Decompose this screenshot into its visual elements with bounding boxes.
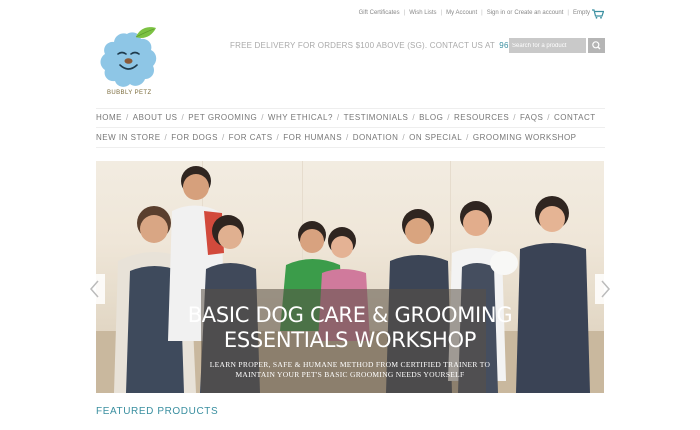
nav-separator: / [126, 113, 129, 122]
primary-nav: HOME / ABOUT US / PET GROOMING / WHY ETH… [96, 113, 596, 122]
cart-icon [592, 9, 604, 19]
secondary-nav: NEW IN STORE / FOR DOGS / FOR CATS / FOR… [96, 133, 577, 142]
search-input[interactable] [509, 38, 586, 53]
nav-faqs[interactable]: FAQS [520, 113, 543, 122]
wish-lists-link[interactable]: Wish Lists [409, 10, 436, 16]
slider-next-button[interactable] [595, 274, 615, 304]
nav-separator: / [181, 113, 185, 122]
nav-separator: / [336, 113, 340, 122]
or-text: or [507, 10, 513, 16]
nav-new-in-store[interactable]: NEW IN STORE [96, 133, 161, 142]
nav-separator: / [346, 133, 349, 142]
search-bar [509, 38, 605, 53]
nav-separator: / [402, 133, 406, 142]
hero-title: BASIC DOG CARE & GROOMING ESSENTIALS WOR… [96, 303, 604, 353]
nav-for-humans[interactable]: FOR HUMANS [283, 133, 342, 142]
nav-separator: / [547, 113, 551, 122]
nav-separator: / [447, 113, 451, 122]
divider [96, 127, 605, 128]
nav-separator: / [412, 113, 416, 122]
nav-separator: / [164, 133, 168, 142]
nav-separator: / [261, 113, 264, 122]
nav-for-dogs[interactable]: FOR DOGS [171, 133, 218, 142]
site-logo[interactable]: BUBBLY PETZ [96, 24, 158, 104]
slider-prev-button[interactable] [85, 274, 105, 304]
sign-in-link[interactable]: Sign in [487, 10, 505, 16]
nav-on-special[interactable]: ON SPECIAL [409, 133, 462, 142]
create-account-link[interactable]: Create an account [514, 10, 563, 16]
nav-separator: / [221, 133, 225, 142]
separator: | [403, 10, 406, 16]
promo-banner: FREE DELIVERY FOR ORDERS $100 ABOVE (SG)… [230, 41, 537, 50]
promo-text: FREE DELIVERY FOR ORDERS $100 ABOVE (SG)… [230, 41, 495, 50]
separator: | [440, 10, 443, 16]
hero-title-line1: BASIC DOG CARE & GROOMING [187, 303, 513, 327]
nav-for-cats[interactable]: FOR CATS [229, 133, 273, 142]
separator: | [481, 10, 483, 16]
search-icon [592, 41, 601, 50]
my-account-link[interactable]: My Account [446, 10, 477, 16]
nav-home[interactable]: HOME [96, 113, 122, 122]
gift-certificates-link[interactable]: Gift Certificates [359, 10, 400, 16]
nav-why-ethical[interactable]: WHY ETHICAL? [268, 113, 333, 122]
nav-about-us[interactable]: ABOUT US [133, 113, 178, 122]
hero-subtitle: LEARN PROPER, SAFE & HUMANE METHOD FROM … [96, 360, 604, 380]
featured-products-heading: FEATURED PRODUCTS [96, 406, 219, 417]
nav-grooming-workshop[interactable]: GROOMING WORKSHOP [473, 133, 577, 142]
divider [96, 108, 605, 109]
hero-title-line2: ESSENTIALS WORKSHOP [223, 328, 477, 352]
nav-pet-grooming[interactable]: PET GROOMING [188, 113, 257, 122]
divider [96, 147, 605, 148]
nav-donation[interactable]: DONATION [353, 133, 399, 142]
logo-text: BUBBLY PETZ [107, 90, 152, 96]
top-utility-bar: Gift Certificates | Wish Lists | My Acco… [359, 10, 590, 16]
chevron-left-icon [90, 280, 99, 298]
nav-separator: / [466, 133, 469, 142]
hero-subtitle-line2: MAINTAIN YOUR PET'S BASIC GROOMING NEEDS… [235, 370, 465, 379]
nav-blog[interactable]: BLOG [419, 113, 443, 122]
hero-slider[interactable]: BASIC DOG CARE & GROOMING ESSENTIALS WOR… [96, 161, 604, 393]
nav-separator: / [513, 113, 516, 122]
cart-empty-link[interactable]: Empty [573, 10, 590, 16]
nav-contact[interactable]: CONTACT [554, 113, 596, 122]
chevron-right-icon [601, 280, 610, 298]
search-button[interactable] [588, 38, 605, 53]
nav-testimonials[interactable]: TESTIMONIALS [344, 113, 409, 122]
nav-resources[interactable]: RESOURCES [454, 113, 509, 122]
hero-subtitle-line1: LEARN PROPER, SAFE & HUMANE METHOD FROM … [209, 360, 491, 369]
nav-separator: / [276, 133, 280, 142]
separator: | [567, 10, 569, 16]
